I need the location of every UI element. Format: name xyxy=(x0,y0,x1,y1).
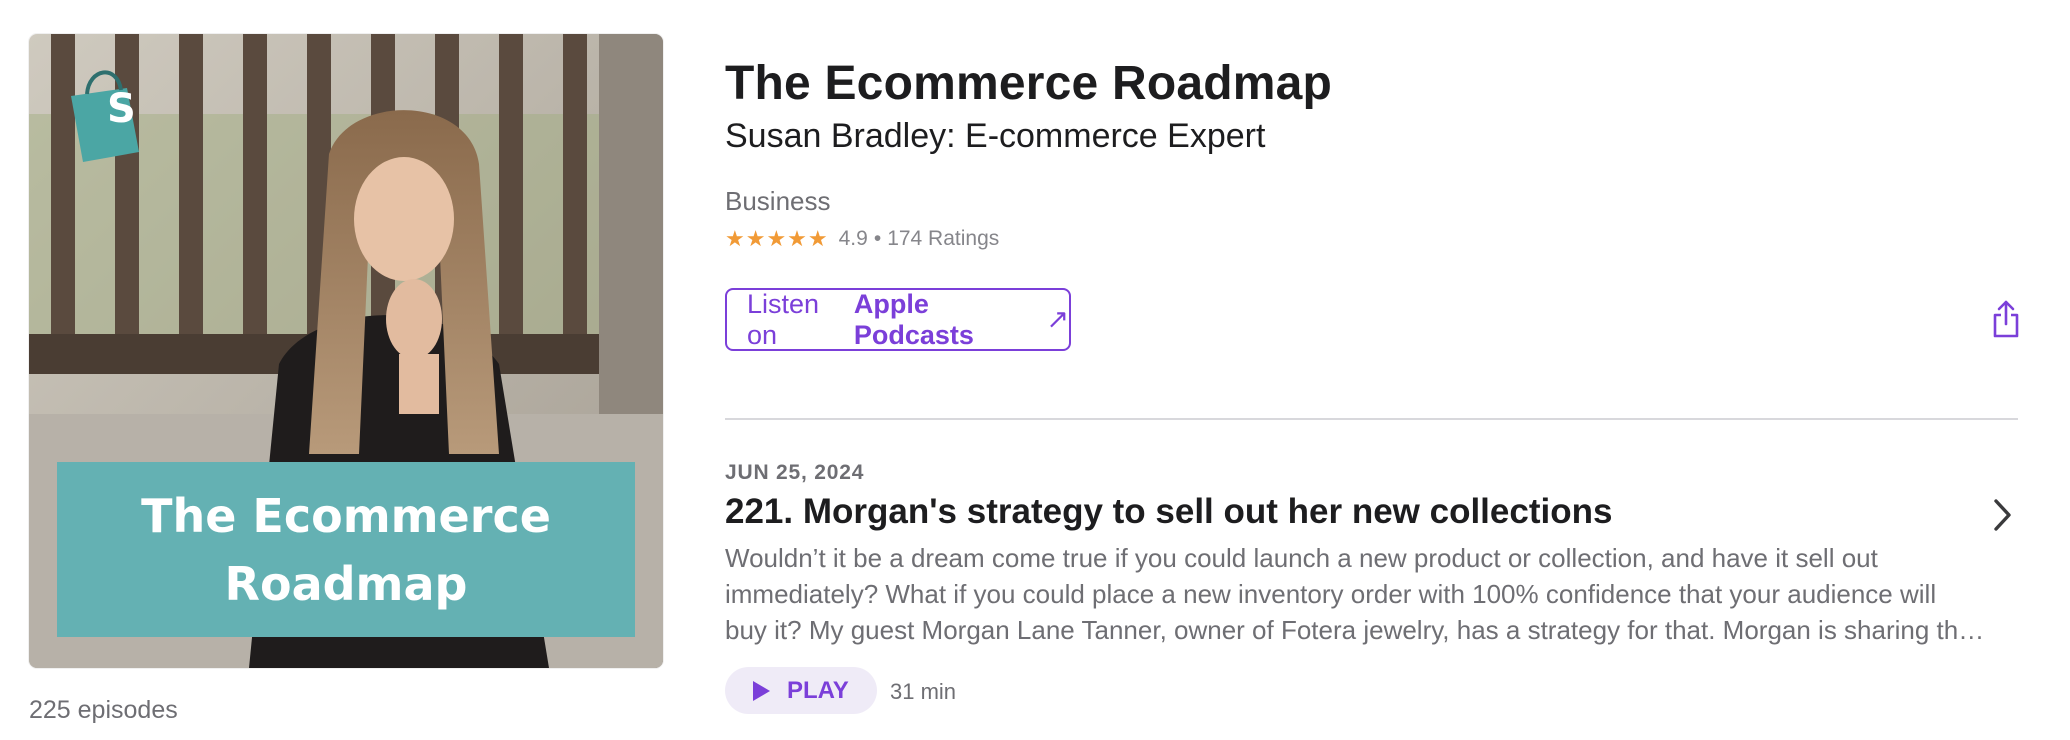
show-author-link[interactable]: Susan Bradley: E-commerce Expert xyxy=(725,117,1265,156)
play-icon xyxy=(753,680,770,701)
listen-on-apple-podcasts-button[interactable]: Listen on Apple Podcasts ↗ xyxy=(725,288,1071,351)
play-label: PLAY xyxy=(787,676,849,704)
listen-prefix: Listen on xyxy=(747,288,820,350)
rating-value: 4.9 xyxy=(838,227,868,250)
star-rating-icon: ★★★★★ xyxy=(725,226,829,251)
section-divider xyxy=(725,418,2018,420)
share-button[interactable] xyxy=(1990,298,2022,340)
show-title: The Ecommerce Roadmap xyxy=(725,57,1333,110)
play-button[interactable]: PLAY xyxy=(725,667,877,714)
artwork-title-line-2: Roadmap xyxy=(224,556,468,611)
episode-title-link[interactable]: 221. Morgan's strategy to sell out her n… xyxy=(725,492,1612,532)
chevron-right-icon xyxy=(1994,499,2011,531)
artwork-title: The Ecommerce Roadmap xyxy=(57,462,635,637)
podcast-artwork: S The Ecommerce Roadmap xyxy=(29,34,663,668)
bag-logo-letter: S xyxy=(107,86,136,132)
rating-separator: • xyxy=(873,227,882,250)
artwork-title-line-1: The Ecommerce xyxy=(141,488,551,543)
external-arrow-icon: ↗ xyxy=(1046,304,1069,334)
rating-row: ★★★★★ 4.9 • 174 Ratings xyxy=(725,226,999,252)
episode-chevron-button[interactable] xyxy=(1992,497,2014,533)
episode-date: JUN 25, 2024 xyxy=(725,461,865,484)
ratings-count: 174 Ratings xyxy=(887,227,1000,250)
episode-count: 225 episodes xyxy=(29,696,178,724)
episode-description: Wouldn’t it be a dream come true if you … xyxy=(725,543,1973,645)
episode-duration: 31 min xyxy=(890,679,957,704)
listen-platform: Apple Podcasts xyxy=(853,288,974,350)
show-category-link[interactable]: Business xyxy=(725,186,831,217)
share-icon xyxy=(1993,300,2019,338)
